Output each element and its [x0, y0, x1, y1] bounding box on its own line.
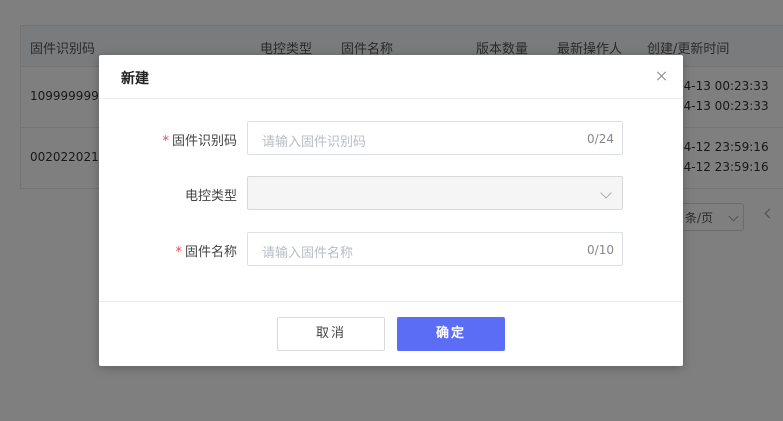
control-type-label: 电控类型: [184, 189, 237, 204]
create-dialog: 新建 * 固件识别码 请输入固件识别码 0/24 电控类型 * 固件名称 请输入固件…: [99, 55, 683, 366]
firmware-name-placeholder: 请输入固件名称: [262, 246, 354, 261]
firmware-name-input[interactable]: 请输入固件名称 0/10: [247, 232, 623, 266]
close-icon[interactable]: [655, 69, 669, 83]
confirm-button[interactable]: 确定: [397, 317, 505, 351]
firmware-name-label: * 固件名称: [175, 245, 237, 260]
control-type-select[interactable]: [247, 176, 623, 210]
required-mark: *: [162, 134, 169, 149]
firmware-name-counter: 0/10: [587, 243, 614, 257]
dialog-footer: 取消 确定: [99, 301, 683, 367]
dialog-title: 新建: [121, 71, 149, 87]
cancel-button[interactable]: 取消: [277, 317, 385, 351]
required-mark: *: [175, 245, 182, 260]
firmware-code-counter: 0/24: [587, 132, 614, 146]
dialog-header: 新建: [99, 55, 683, 99]
firmware-code-input[interactable]: 请输入固件识别码 0/24: [247, 121, 623, 155]
firmware-code-label: * 固件识别码: [162, 134, 237, 149]
form-row-control-type: 电控类型: [99, 176, 683, 212]
form-row-firmware-name: * 固件名称 请输入固件名称 0/10: [99, 232, 683, 268]
firmware-code-placeholder: 请输入固件识别码: [262, 135, 367, 150]
chevron-down-icon: [600, 187, 612, 199]
form-row-firmware-code: * 固件识别码 请输入固件识别码 0/24: [99, 121, 683, 157]
